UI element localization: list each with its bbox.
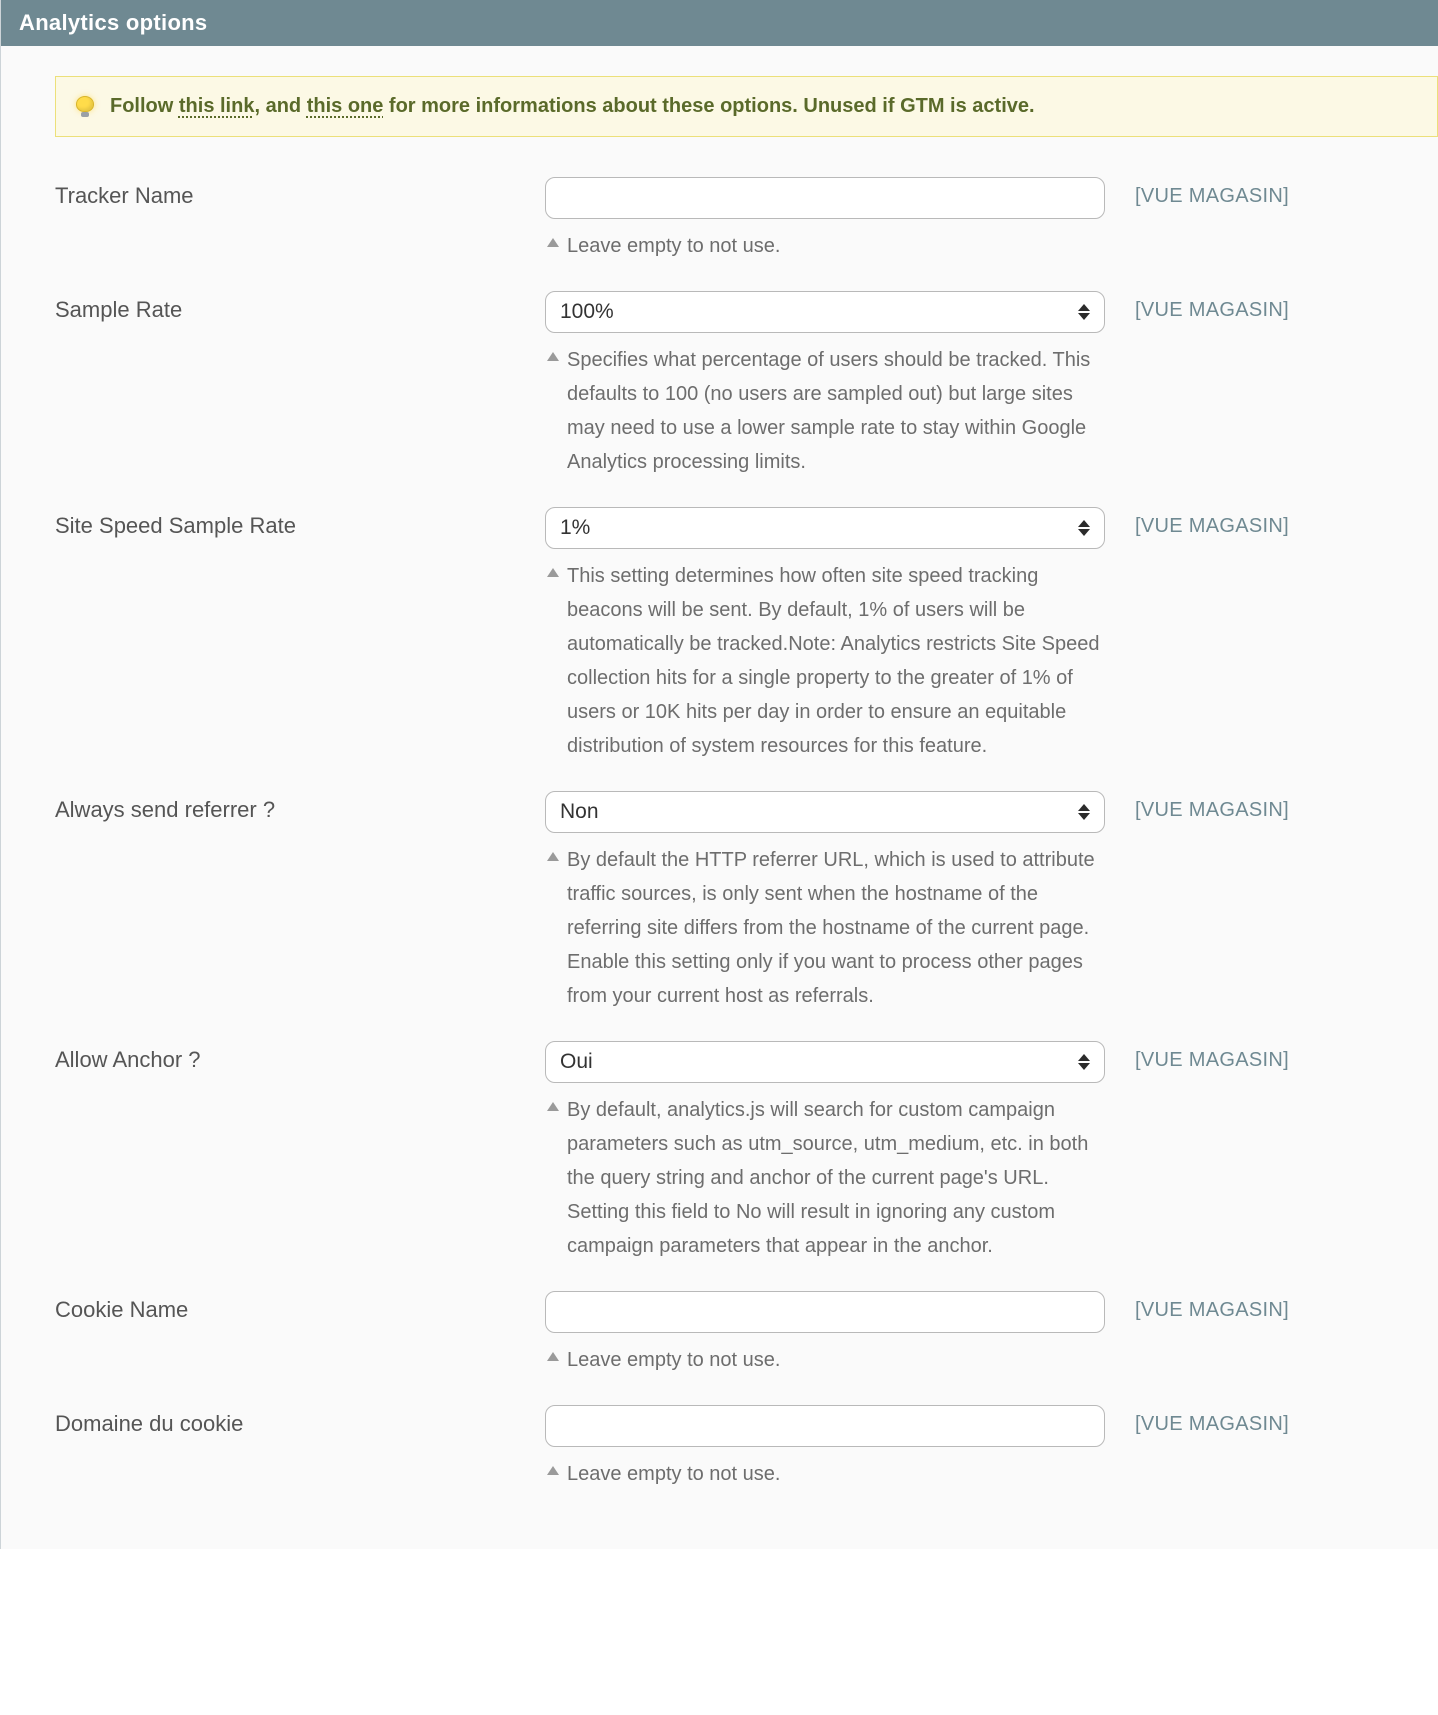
label-sample-rate: Sample Rate xyxy=(55,291,515,323)
notice-link-1[interactable]: this link xyxy=(179,95,255,117)
site-speed-rate-select[interactable]: 1% xyxy=(545,507,1105,549)
lightbulb-icon xyxy=(74,96,96,118)
analytics-options-panel: Analytics options Follow this link, and … xyxy=(0,0,1438,1549)
hint-tracker-name: Leave empty to not use. xyxy=(545,229,1105,263)
label-cookie-domain: Domaine du cookie xyxy=(55,1405,515,1437)
panel-body: Follow this link, and this one for more … xyxy=(1,46,1438,1549)
allow-anchor-value: Oui xyxy=(560,1050,593,1074)
notice-mid: , and xyxy=(254,95,306,117)
updown-icon xyxy=(1074,800,1094,824)
row-tracker-name: Tracker Name Leave empty to not use. [VU… xyxy=(41,177,1438,291)
hint-always-send-referrer: By default the HTTP referrer URL, which … xyxy=(545,843,1105,1013)
tracker-name-input[interactable] xyxy=(545,177,1105,219)
always-send-referrer-select[interactable]: Non xyxy=(545,791,1105,833)
sample-rate-select[interactable]: 100% xyxy=(545,291,1105,333)
sample-rate-value: 100% xyxy=(560,300,614,324)
allow-anchor-select[interactable]: Oui xyxy=(545,1041,1105,1083)
hint-cookie-domain: Leave empty to not use. xyxy=(545,1457,1105,1491)
row-cookie-domain: Domaine du cookie Leave empty to not use… xyxy=(41,1405,1438,1519)
hint-site-speed-rate: This setting determines how often site s… xyxy=(545,559,1105,763)
scope-cookie-name: [VUE MAGASIN] xyxy=(1135,1291,1438,1322)
row-allow-anchor: Allow Anchor ? Oui By default, analytics… xyxy=(41,1041,1438,1291)
always-send-referrer-value: Non xyxy=(560,800,599,824)
notice-link-2[interactable]: this one xyxy=(307,95,384,117)
row-cookie-name: Cookie Name Leave empty to not use. [VUE… xyxy=(41,1291,1438,1405)
updown-icon xyxy=(1074,300,1094,324)
hint-allow-anchor: By default, analytics.js will search for… xyxy=(545,1093,1105,1263)
updown-icon xyxy=(1074,516,1094,540)
label-site-speed-rate: Site Speed Sample Rate xyxy=(55,507,515,539)
cookie-domain-input[interactable] xyxy=(545,1405,1105,1447)
scope-cookie-domain: [VUE MAGASIN] xyxy=(1135,1405,1438,1436)
scope-site-speed-rate: [VUE MAGASIN] xyxy=(1135,507,1438,538)
label-cookie-name: Cookie Name xyxy=(55,1291,515,1323)
row-always-send-referrer: Always send referrer ? Non By default th… xyxy=(41,791,1438,1041)
row-sample-rate: Sample Rate 100% Specifies what percenta… xyxy=(41,291,1438,507)
updown-icon xyxy=(1074,1050,1094,1074)
notice-prefix: Follow xyxy=(110,95,179,117)
notice-text: Follow this link, and this one for more … xyxy=(110,95,1035,118)
scope-tracker-name: [VUE MAGASIN] xyxy=(1135,177,1438,208)
panel-title: Analytics options xyxy=(1,0,1438,46)
row-site-speed-rate: Site Speed Sample Rate 1% This setting d… xyxy=(41,507,1438,791)
scope-always-send-referrer: [VUE MAGASIN] xyxy=(1135,791,1438,822)
scope-sample-rate: [VUE MAGASIN] xyxy=(1135,291,1438,322)
site-speed-rate-value: 1% xyxy=(560,516,590,540)
hint-cookie-name: Leave empty to not use. xyxy=(545,1343,1105,1377)
notice-suffix: for more informations about these option… xyxy=(383,95,1034,117)
label-allow-anchor: Allow Anchor ? xyxy=(55,1041,515,1073)
scope-allow-anchor: [VUE MAGASIN] xyxy=(1135,1041,1438,1072)
info-notice: Follow this link, and this one for more … xyxy=(55,76,1438,137)
hint-sample-rate: Specifies what percentage of users shoul… xyxy=(545,343,1105,479)
label-always-send-referrer: Always send referrer ? xyxy=(55,791,515,823)
cookie-name-input[interactable] xyxy=(545,1291,1105,1333)
label-tracker-name: Tracker Name xyxy=(55,177,515,209)
